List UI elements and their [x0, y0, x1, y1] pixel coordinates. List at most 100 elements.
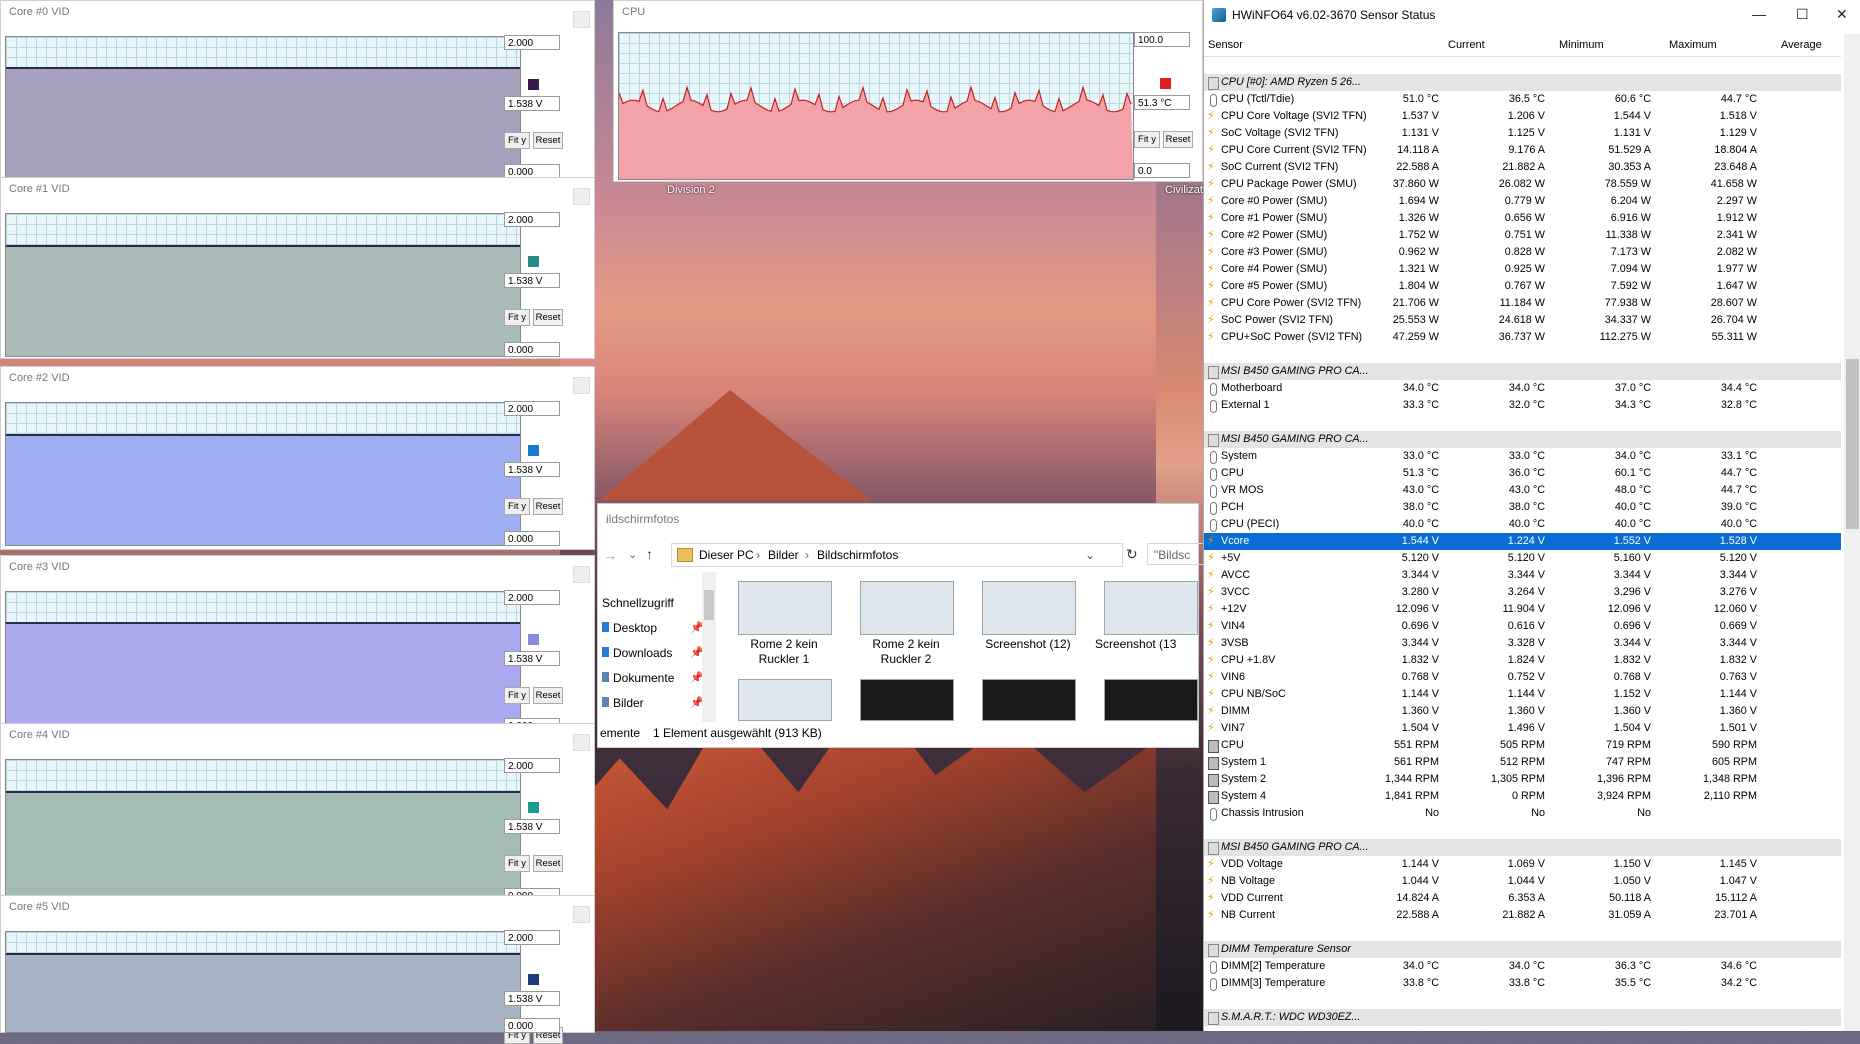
core-vid-graph-window[interactable]: Core #4 VID 2.000 1.538 V Fit y Reset 0.…	[0, 723, 595, 903]
graph-color-swatch[interactable]	[528, 445, 539, 456]
core-vid-graph-window[interactable]: Core #2 VID 2.000 1.538 V Fit y Reset 0.…	[0, 366, 595, 550]
breadcrumb-pictures[interactable]: Bilder	[768, 544, 799, 566]
sensor-row[interactable]: ⚡ VDD Voltage 1.144 V 1.069 V 1.150 V 1.145 V	[1204, 856, 1841, 873]
fit-y-button[interactable]: Fit y	[504, 687, 530, 704]
address-bar[interactable]: Dieser PC › Bilder › Bildschirmfotos ⌄	[671, 543, 1123, 567]
fit-y-button[interactable]: Fit y	[504, 855, 530, 872]
breadcrumb-this-pc[interactable]: Dieser PC	[699, 544, 754, 566]
file-name[interactable]: Screenshot (12)	[973, 637, 1083, 652]
sensor-row[interactable]: ⚡ Core #4 Power (SMU) 1.321 W 0.925 W 7.094 …	[1204, 261, 1841, 278]
sensor-group-header[interactable]: MSI B450 GAMING PRO CA...	[1204, 431, 1841, 448]
sensor-row[interactable]: ⚡ VDD Current 14.824 A 6.353 A 50.118 A 15.11…	[1204, 890, 1841, 907]
file-name[interactable]: Rome 2 kein Ruckler 1	[729, 637, 839, 667]
sensor-row[interactable]: ⚡ Core #5 Power (SMU) 1.804 W 0.767 W 7.592 …	[1204, 278, 1841, 295]
reset-button[interactable]: Reset	[533, 498, 563, 515]
graph-max-input[interactable]: 2.000	[504, 35, 560, 50]
sensor-row[interactable]: CPU (Tctl/Tdie) 51.0 °C 36.5 °C 60.6 °C 44.7…	[1204, 91, 1841, 108]
graph-min-input[interactable]: 0.0	[1134, 163, 1190, 178]
close-icon[interactable]	[573, 566, 590, 583]
vertical-scrollbar[interactable]	[1844, 34, 1860, 1031]
sensor-row[interactable]: ⚡ 3VSB 3.344 V 3.328 V 3.344 V 3.344 V	[1204, 635, 1841, 652]
sensor-row[interactable]: ⚡ CPU Core Current (SVI2 TFN) 14.118 A 9.17…	[1204, 142, 1841, 159]
core-vid-graph-window[interactable]: Core #0 VID 2.000 1.538 V Fit y Reset 0.…	[0, 0, 595, 179]
nav-documents[interactable]: Dokumente	[602, 671, 674, 685]
file-name[interactable]: Screenshot (13	[1095, 637, 1205, 652]
column-sensor[interactable]: Sensor	[1208, 39, 1243, 51]
graph-max-input[interactable]: 2.000	[504, 930, 560, 945]
nav-quick-access[interactable]: Schnellzugriff	[602, 596, 674, 610]
sensor-row[interactable]: DIMM[2] Temperature 34.0 °C 34.0 °C 36.3 °C…	[1204, 958, 1841, 975]
hwinfo-window[interactable]: HWiNFO64 v6.02-3670 Sensor Status — ☐ ✕ …	[1203, 0, 1860, 1031]
fit-y-button[interactable]: Fit y	[504, 498, 530, 515]
chevron-down-icon[interactable]: ⌄	[628, 548, 637, 561]
sensor-row[interactable]: CPU 551 RPM 505 RPM 719 RPM 590 RPM	[1204, 737, 1841, 754]
file-thumbnail[interactable]	[860, 581, 954, 635]
file-thumbnail[interactable]	[860, 679, 954, 721]
close-icon[interactable]: ✕	[1836, 6, 1848, 23]
maximize-icon[interactable]: ☐	[1796, 6, 1809, 23]
chevron-down-icon[interactable]: ⌄	[1085, 544, 1095, 566]
sensor-row[interactable]: ⚡ 3VCC 3.280 V 3.264 V 3.296 V 3.276 V	[1204, 584, 1841, 601]
graph-color-swatch[interactable]	[528, 634, 539, 645]
reset-button[interactable]: Reset	[1163, 131, 1193, 148]
sensor-row[interactable]: ⚡ CPU Core Voltage (SVI2 TFN) 1.537 V 1.206…	[1204, 108, 1841, 125]
sensor-row[interactable]: ⚡ DIMM 1.360 V 1.360 V 1.360 V 1.360 V	[1204, 703, 1841, 720]
sensor-row[interactable]: ⚡ Core #0 Power (SMU) 1.694 W 0.779 W 6.204 …	[1204, 193, 1841, 210]
file-thumbnail[interactable]	[1104, 679, 1198, 721]
sensor-row[interactable]: System 2 1,344 RPM 1,305 RPM 1,396 RPM 1,348…	[1204, 771, 1841, 788]
file-thumbnail[interactable]	[982, 581, 1076, 635]
sensor-row[interactable]: ⚡ Core #2 Power (SMU) 1.752 W 0.751 W 11.338…	[1204, 227, 1841, 244]
file-thumbnail[interactable]	[1104, 581, 1198, 635]
sensor-row[interactable]: CPU (PECI) 40.0 °C 40.0 °C 40.0 °C 40.0 °C	[1204, 516, 1841, 533]
column-average[interactable]: Average	[1781, 39, 1822, 51]
graph-color-swatch[interactable]	[528, 256, 539, 267]
sensor-row[interactable]: DIMM[3] Temperature 33.8 °C 33.8 °C 35.5 °C…	[1204, 975, 1841, 992]
sensor-row[interactable]: ⚡ VIN6 0.768 V 0.752 V 0.768 V 0.763 V	[1204, 669, 1841, 686]
graph-color-swatch[interactable]	[528, 974, 539, 985]
core-vid-graph-window[interactable]: Core #1 VID 2.000 1.538 V Fit y Reset 0.…	[0, 177, 595, 359]
sensor-group-header[interactable]: MSI B450 GAMING PRO CA...	[1204, 839, 1841, 856]
file-thumbnail[interactable]	[982, 679, 1076, 721]
column-current[interactable]: Current	[1448, 39, 1485, 51]
column-minimum[interactable]: Minimum	[1559, 39, 1604, 51]
close-icon[interactable]	[573, 377, 590, 394]
reset-button[interactable]: Reset	[533, 855, 563, 872]
graph-max-input[interactable]: 2.000	[504, 401, 560, 416]
sensor-row[interactable]: ⚡ +12V 12.096 V 11.904 V 12.096 V 12.060 V	[1204, 601, 1841, 618]
sensor-row[interactable]: System 1 561 RPM 512 RPM 747 RPM 605 RPM	[1204, 754, 1841, 771]
nav-scrollbar[interactable]	[702, 572, 716, 722]
graph-min-input[interactable]: 0.000	[504, 342, 560, 357]
minimize-icon[interactable]: —	[1752, 6, 1766, 22]
sensor-group-header[interactable]: S.M.A.R.T.: WDC WD30EZ...	[1204, 1009, 1841, 1026]
sensor-row[interactable]: System 4 1,841 RPM 0 RPM 3,924 RPM 2,110 RPM	[1204, 788, 1841, 805]
sensor-row[interactable]: ⚡ Core #1 Power (SMU) 1.326 W 0.656 W 6.916 …	[1204, 210, 1841, 227]
sensor-row[interactable]: ⚡ NB Current 22.588 A 21.882 A 31.059 A 23.70…	[1204, 907, 1841, 924]
sensor-row[interactable]: ⚡ SoC Current (SVI2 TFN) 22.588 A 21.882 A 3…	[1204, 159, 1841, 176]
reset-button[interactable]: Reset	[533, 687, 563, 704]
sensor-group-header[interactable]: CPU [#0]: AMD Ryzen 5 26...	[1204, 74, 1841, 91]
sensor-row[interactable]: PCH 38.0 °C 38.0 °C 40.0 °C 39.0 °C	[1204, 499, 1841, 516]
sensor-row[interactable]: ⚡ CPU Package Power (SMU) 37.860 W 26.082 W…	[1204, 176, 1841, 193]
column-maximum[interactable]: Maximum	[1669, 39, 1717, 51]
graph-max-input[interactable]: 2.000	[504, 590, 560, 605]
nav-desktop[interactable]: Desktop	[602, 621, 657, 635]
sensor-row[interactable]: ⚡ NB Voltage 1.044 V 1.044 V 1.050 V 1.047 V	[1204, 873, 1841, 890]
scrollbar-thumb[interactable]	[1846, 359, 1859, 529]
nav-downloads[interactable]: Downloads	[602, 646, 672, 660]
file-name[interactable]: Rome 2 kein Ruckler 2	[851, 637, 961, 667]
close-icon[interactable]	[573, 188, 590, 205]
graph-min-input[interactable]: 0.000	[504, 531, 560, 546]
cpu-graph-window[interactable]: CPU 100.0 51.3 °C Fit y Reset 0.0	[613, 0, 1203, 182]
graph-color-swatch[interactable]	[528, 79, 539, 90]
sensor-row[interactable]: ⚡ CPU+SoC Power (SVI2 TFN) 47.259 W 36.737 …	[1204, 329, 1841, 346]
sensor-row[interactable]: ⚡ Core #3 Power (SMU) 0.962 W 0.828 W 7.173 …	[1204, 244, 1841, 261]
reset-button[interactable]: Reset	[533, 309, 563, 326]
sensor-row[interactable]: System 33.0 °C 33.0 °C 34.0 °C 33.1 °C	[1204, 448, 1841, 465]
graph-color-swatch[interactable]	[1160, 78, 1171, 89]
file-thumbnail[interactable]	[738, 581, 832, 635]
sensor-group-header[interactable]: MSI B450 GAMING PRO CA...	[1204, 363, 1841, 380]
sensor-row[interactable]: Motherboard 34.0 °C 34.0 °C 37.0 °C 34.4 °C	[1204, 380, 1841, 397]
nav-scrollbar-thumb[interactable]	[704, 590, 714, 620]
fit-y-button[interactable]: Fit y	[504, 309, 530, 326]
sensor-group-header[interactable]: DIMM Temperature Sensor	[1204, 941, 1841, 958]
